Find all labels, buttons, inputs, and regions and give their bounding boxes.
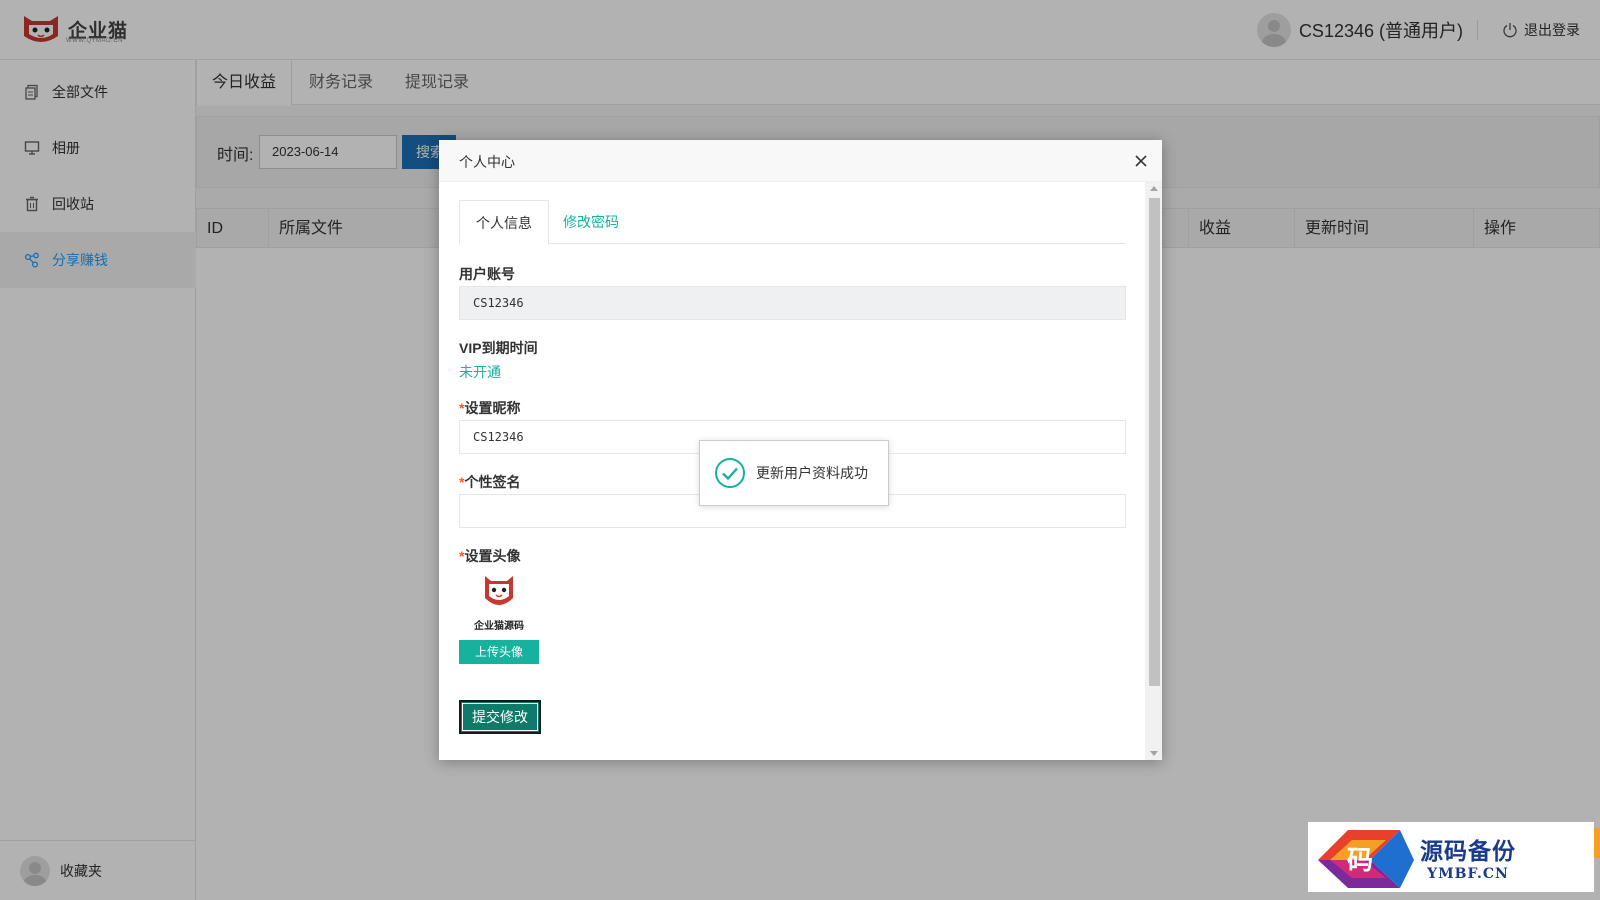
tab-personal-info[interactable]: 个人信息 [459, 200, 549, 245]
watermark-glyph: 码 [1347, 846, 1373, 876]
scroll-thumb[interactable] [1149, 198, 1160, 686]
cat-avatar-icon [485, 576, 513, 605]
vip-label: VIP到期时间 [459, 340, 538, 356]
toast-message: 更新用户资料成功 [756, 465, 868, 481]
tab-change-password[interactable]: 修改密码 [547, 200, 635, 244]
watermark-cn: 源码备份 [1420, 838, 1516, 865]
modal-tabs: 个人信息 修改密码 [459, 200, 1126, 245]
account-label: 用户账号 [459, 266, 515, 282]
modal-title-bar: 个人中心 [439, 140, 1162, 182]
signature-label-text: 个性签名 [464, 474, 521, 490]
close-icon[interactable] [1132, 152, 1150, 170]
avatar-preview: 企业猫源码 [459, 572, 539, 632]
scroll-down-arrow[interactable] [1150, 751, 1158, 756]
signature-label: *个性签名 [459, 472, 520, 492]
avatar-label: *设置头像 [459, 546, 520, 566]
submit-button[interactable]: 提交修改 [459, 700, 541, 734]
side-float-tab[interactable] [1594, 828, 1600, 858]
avatar-caption: 企业猫源码 [474, 621, 524, 632]
avatar-label-text: 设置头像 [464, 548, 521, 564]
upload-avatar-button[interactable]: 上传头像 [459, 640, 539, 664]
modal-scrollbar[interactable] [1145, 182, 1162, 760]
nickname-label: *设置昵称 [459, 398, 520, 418]
modal-title: 个人中心 [459, 154, 515, 170]
success-toast: 更新用户资料成功 [699, 440, 889, 506]
watermark-logo-icon: 码 [1318, 830, 1414, 888]
watermark-text: 源码备份 YMBF.CN [1420, 832, 1516, 882]
watermark-banner: 码 源码备份 YMBF.CN [1308, 822, 1594, 892]
scroll-up-arrow[interactable] [1150, 186, 1158, 191]
account-field[interactable]: CS12346 [459, 286, 1126, 320]
nickname-label-text: 设置昵称 [464, 400, 521, 416]
vip-value: 未开通 [459, 364, 501, 380]
check-circle-icon [715, 458, 745, 488]
watermark-en: YMBF.CN [1427, 866, 1509, 882]
